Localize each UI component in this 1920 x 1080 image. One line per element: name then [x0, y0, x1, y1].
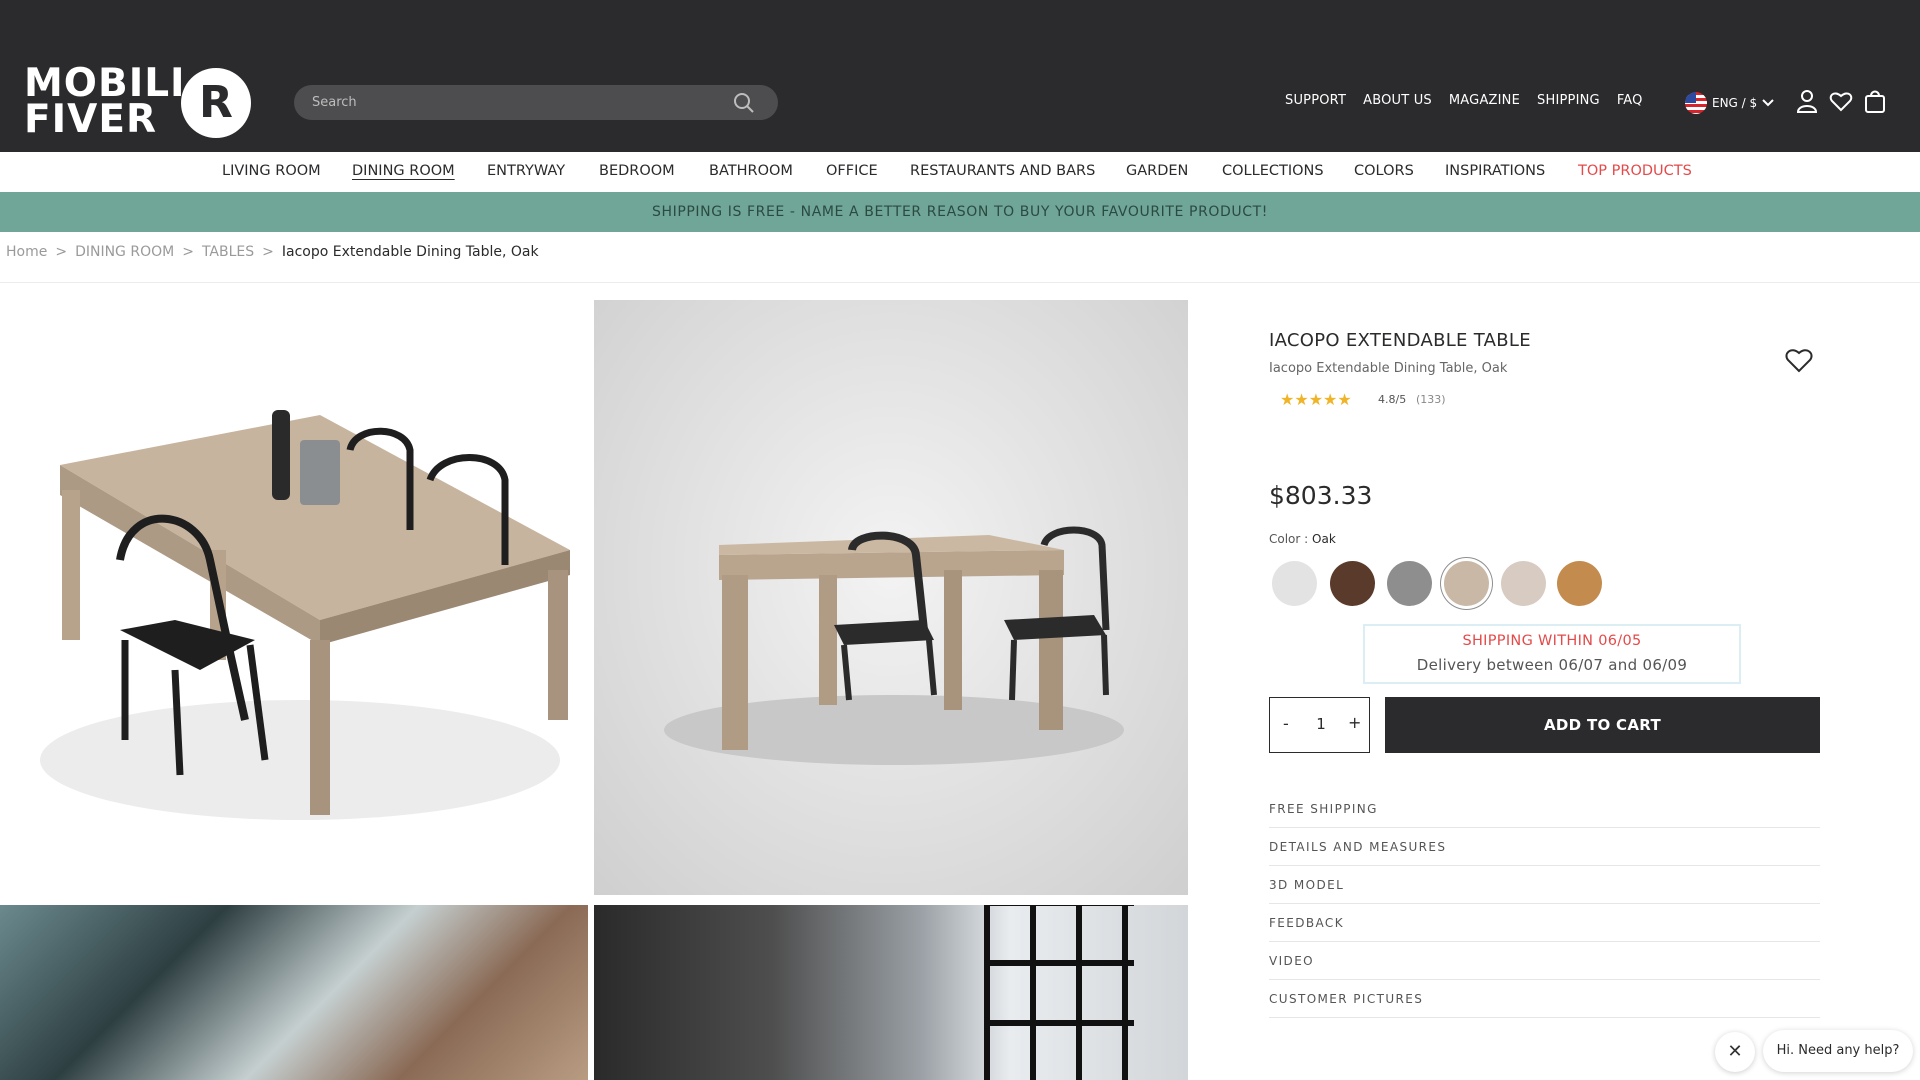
nav-restaurants-and-bars[interactable]: RESTAURANTS AND BARS	[910, 163, 1095, 179]
category-nav: LIVING ROOM DINING ROOM ENTRYWAY BEDROOM…	[0, 152, 1920, 192]
nav-inspirations[interactable]: INSPIRATIONS	[1445, 163, 1545, 179]
product-price: $803.33	[1269, 481, 1373, 510]
color-label-text: Color :	[1269, 532, 1313, 546]
accordion-video[interactable]: VIDEO	[1269, 942, 1820, 980]
product-subtitle: Iacopo Extendable Dining Table, Oak	[1269, 361, 1508, 376]
quantity-increase-button[interactable]: +	[1348, 713, 1361, 732]
support-link[interactable]: SUPPORT	[1285, 93, 1346, 113]
quantity-stepper: - +	[1269, 697, 1370, 753]
accordion-feedback[interactable]: FEEDBACK	[1269, 904, 1820, 942]
window-frame	[984, 905, 1134, 1080]
brand-logo[interactable]: MOBILI FIVER R	[24, 61, 254, 142]
faq-link[interactable]: FAQ	[1617, 93, 1643, 113]
heart-icon[interactable]	[1829, 88, 1853, 114]
us-flag-icon	[1685, 92, 1707, 114]
rating-score: 4.8/5	[1378, 393, 1407, 406]
rating-stars: ★★★★★	[1280, 390, 1352, 409]
color-value: Oak	[1312, 532, 1336, 546]
nav-entryway[interactable]: ENTRYWAY	[487, 163, 565, 179]
nav-dining-room[interactable]: DINING ROOM	[352, 163, 455, 179]
breadcrumb-current: Iacopo Extendable Dining Table, Oak	[281, 244, 539, 260]
color-swatch-concrete[interactable]	[1387, 561, 1432, 606]
breadcrumb-separator: >	[262, 244, 274, 260]
breadcrumb-separator: >	[182, 244, 194, 260]
search-icon[interactable]	[732, 91, 756, 115]
nav-bathroom[interactable]: BATHROOM	[709, 163, 793, 179]
wishlist-heart-icon[interactable]	[1784, 346, 1814, 374]
nav-collections[interactable]: COLLECTIONS	[1222, 163, 1324, 179]
shipping-link[interactable]: SHIPPING	[1537, 93, 1600, 113]
review-count[interactable]: (133)	[1416, 393, 1446, 406]
quantity-input[interactable]	[1312, 715, 1330, 733]
breadcrumb-dining-room[interactable]: DINING ROOM	[75, 244, 174, 260]
breadcrumb: Home > DINING ROOM > TABLES > Iacopo Ext…	[6, 244, 539, 260]
top-links: SUPPORT ABOUT US MAGAZINE SHIPPING FAQ	[1285, 93, 1643, 113]
about-us-link[interactable]: ABOUT US	[1363, 93, 1432, 113]
chat-help-bubble[interactable]: Hi. Need any help?	[1763, 1030, 1913, 1072]
search-bar	[294, 85, 778, 120]
color-swatch-rustic[interactable]	[1557, 561, 1602, 606]
magazine-link[interactable]: MAGAZINE	[1449, 93, 1520, 113]
accordion-customer-pictures[interactable]: CUSTOMER PICTURES	[1269, 980, 1820, 1018]
product-image-magazines[interactable]	[0, 905, 588, 1080]
delivery-window: Delivery between 06/07 and 06/09	[1416, 656, 1688, 674]
shipping-within: SHIPPING WITHIN 06/05	[1462, 633, 1642, 649]
logo-mark: R	[181, 68, 251, 138]
search-input[interactable]	[312, 85, 712, 120]
nav-office[interactable]: OFFICE	[826, 163, 878, 179]
product-title: IACOPO EXTENDABLE TABLE	[1269, 330, 1531, 351]
bag-icon[interactable]	[1863, 88, 1887, 114]
product-image-secondary[interactable]	[594, 300, 1188, 895]
nav-bedroom[interactable]: BEDROOM	[599, 163, 675, 179]
color-swatch-oak[interactable]	[1444, 561, 1489, 606]
promo-banner: SHIPPING IS FREE - NAME A BETTER REASON …	[0, 192, 1920, 232]
logo-wordmark: MOBILI FIVER	[24, 61, 186, 142]
nav-garden[interactable]: GARDEN	[1126, 163, 1188, 179]
language-label: ENG / $	[1712, 96, 1758, 110]
nav-living-room[interactable]: LIVING ROOM	[222, 163, 321, 179]
accordion-details-and-measures[interactable]: DETAILS AND MEASURES	[1269, 828, 1820, 866]
accordion-3d-model[interactable]: 3D MODEL	[1269, 866, 1820, 904]
color-swatch-walnut[interactable]	[1330, 561, 1375, 606]
shipping-info-box: SHIPPING WITHIN 06/05 Delivery between 0…	[1363, 624, 1741, 684]
top-header: MOBILI FIVER R SUPPORT ABOUT US MAGAZINE…	[0, 0, 1920, 152]
nav-top-products[interactable]: TOP PRODUCTS	[1578, 163, 1692, 179]
accordion-free-shipping[interactable]: FREE SHIPPING	[1269, 790, 1820, 828]
color-swatch-ash[interactable]	[1501, 561, 1546, 606]
breadcrumb-tables[interactable]: TABLES	[202, 244, 254, 260]
breadcrumb-separator: >	[55, 244, 68, 260]
user-icon[interactable]	[1795, 88, 1819, 114]
breadcrumb-home[interactable]: Home	[6, 244, 47, 260]
color-label: Color : Oak	[1269, 532, 1336, 546]
quantity-decrease-button[interactable]: -	[1283, 714, 1289, 733]
account-icons	[1795, 88, 1887, 114]
chat-close-icon[interactable]: ✕	[1715, 1032, 1755, 1072]
add-to-cart-button[interactable]: ADD TO CART	[1385, 697, 1820, 753]
product-image-main[interactable]	[0, 300, 588, 895]
divider	[0, 282, 1920, 283]
language-selector[interactable]: ENG / $	[1685, 92, 1774, 114]
nav-colors[interactable]: COLORS	[1354, 163, 1414, 179]
chevron-down-icon	[1762, 99, 1774, 107]
color-swatch-white[interactable]	[1272, 561, 1317, 606]
